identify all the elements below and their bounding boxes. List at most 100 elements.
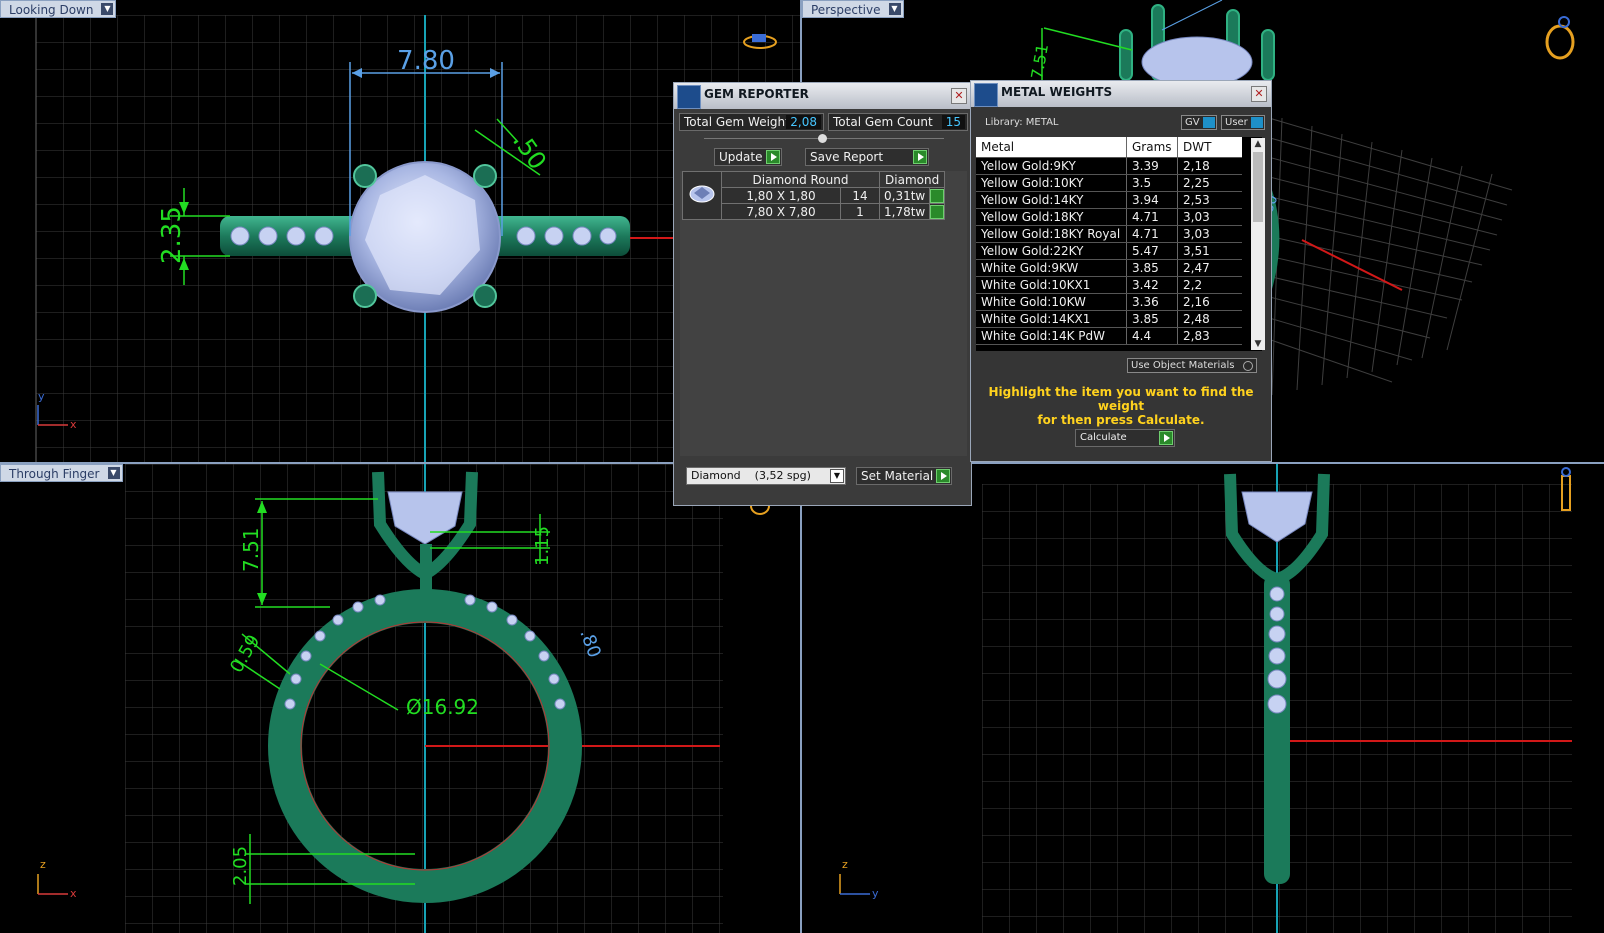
dim-width: 7.80 — [397, 46, 455, 76]
through-finger-scene: 7.51 1.15 0.59 .80 Ø16.92 2.05 z x — [37, 464, 770, 933]
view-menu-through-finger[interactable]: Through Finger ▼ — [0, 464, 123, 482]
column-metal[interactable]: Metal — [976, 137, 1127, 158]
total-gem-count-value: 15 — [941, 115, 965, 129]
metal-dwt: 3,03 — [1177, 208, 1242, 226]
gem-size: 1,80 X 1,80 — [721, 187, 841, 204]
metal-dwt: 2,47 — [1177, 259, 1242, 277]
instruction-line-1: Highlight the item you want to find the … — [988, 385, 1254, 413]
metal-grams: 3.42 — [1126, 276, 1178, 294]
metal-name: Yellow Gold:18KY Royal — [976, 225, 1127, 243]
total-gem-weight-field: Total Gem Weight 2,08 — [679, 113, 824, 131]
metal-dwt: 3,51 — [1177, 242, 1242, 260]
metal-dwt: 2,16 — [1177, 293, 1242, 311]
dim-inner-diameter: Ø16.92 — [406, 695, 479, 719]
total-gem-count-label: Total Gem Count — [833, 115, 933, 129]
metal-name: Yellow Gold:14KY — [976, 191, 1127, 209]
dim-perspective-a: 7.51 — [1027, 42, 1052, 80]
side-scene: z y — [839, 464, 1572, 933]
table-row[interactable]: White Gold:14KX1 3.85 2,48 — [976, 310, 1242, 328]
chevron-down-icon[interactable]: ▼ — [107, 467, 120, 479]
view-menu-perspective[interactable]: Perspective ▼ — [802, 0, 904, 18]
user-label: User — [1225, 117, 1248, 128]
save-report-label: Save Report — [810, 150, 884, 164]
scroll-up-icon[interactable]: ▲ — [1251, 138, 1265, 150]
close-icon[interactable]: ✕ — [951, 88, 967, 104]
table-row[interactable]: White Gold:10KW 3.36 2,16 — [976, 293, 1242, 311]
material-select[interactable]: Diamond (3,52 spg) ▼ — [686, 467, 846, 485]
ring-3d-icon[interactable] — [1545, 16, 1575, 60]
metal-name: Yellow Gold:18KY — [976, 208, 1127, 226]
gem-reporter-icon — [677, 85, 701, 109]
select-row-button[interactable] — [929, 187, 946, 204]
save-report-button[interactable]: Save Report — [805, 148, 929, 166]
gem-reporter-panel: GEM REPORTER ✕ Total Gem Weight 2,08 Tot… — [673, 82, 972, 506]
table-row[interactable]: 7,80 X 7,80 1 1,78tw — [683, 203, 946, 220]
metal-dwt: 2,53 — [1177, 191, 1242, 209]
metal-name: Yellow Gold:10KY — [976, 174, 1127, 192]
chevron-down-icon[interactable]: ▼ — [888, 3, 901, 15]
use-object-materials-toggle[interactable]: Use Object Materials — [1127, 358, 1257, 373]
metal-list-scrollbar[interactable]: ▲ ▼ — [1251, 138, 1265, 350]
metal-grams: 3.94 — [1126, 191, 1178, 209]
table-row[interactable]: Yellow Gold:22KY 5.47 3,51 — [976, 242, 1242, 260]
play-icon — [766, 150, 780, 164]
set-material-button[interactable]: Set Material — [856, 467, 952, 485]
close-icon[interactable]: ✕ — [1251, 86, 1267, 102]
table-row[interactable]: Yellow Gold:18KY 4.71 3,03 — [976, 208, 1242, 226]
toggle-indicator-icon — [1251, 117, 1263, 128]
splitter-knob[interactable] — [818, 134, 827, 143]
update-button[interactable]: Update — [714, 148, 782, 166]
play-icon — [930, 188, 945, 203]
metal-weights-title: METAL WEIGHTS — [1001, 85, 1113, 99]
table-row[interactable]: Yellow Gold:10KY 3.5 2,25 — [976, 174, 1242, 192]
viewport-through-finger[interactable]: 7.51 1.15 0.59 .80 Ø16.92 2.05 z x Throu… — [0, 464, 800, 933]
viewport-side[interactable]: z y — [802, 464, 1604, 933]
calculate-button[interactable]: Calculate — [1075, 429, 1175, 447]
gem-count: 14 — [840, 187, 880, 204]
table-row[interactable]: White Gold:14K PdW 4.4 2,83 — [976, 327, 1242, 345]
metal-grams: 3.36 — [1126, 293, 1178, 311]
table-row[interactable]: White Gold:10KX1 3.42 2,2 — [976, 276, 1242, 294]
gem-reporter-titlebar[interactable]: GEM REPORTER ✕ — [674, 83, 971, 109]
metal-name: White Gold:10KW — [976, 293, 1127, 311]
metal-table-header: Metal Grams DWT — [976, 137, 1242, 158]
axis-y-label: y — [872, 887, 879, 900]
column-dwt[interactable]: DWT — [1177, 137, 1242, 158]
gem-count: 1 — [840, 203, 880, 220]
table-row[interactable]: Yellow Gold:9KY 3.39 2,18 — [976, 157, 1242, 175]
dim-height: 2.35 — [157, 206, 187, 264]
total-gem-weight-value: 2,08 — [786, 115, 821, 129]
table-row[interactable]: White Gold:9KW 3.85 2,47 — [976, 259, 1242, 277]
chevron-down-icon[interactable]: ▼ — [830, 469, 844, 483]
radio-icon — [1243, 361, 1253, 371]
axis-z-label: z — [40, 858, 46, 871]
table-row[interactable]: Yellow Gold:14KY 3.94 2,53 — [976, 191, 1242, 209]
metal-name: Yellow Gold:22KY — [976, 242, 1127, 260]
table-row[interactable]: Yellow Gold:18KY Royal 4.71 3,03 — [976, 225, 1242, 243]
user-toggle[interactable]: User — [1221, 115, 1265, 130]
total-gem-weight-label: Total Gem Weight — [684, 115, 790, 129]
view-menu-looking-down[interactable]: Looking Down ▼ — [0, 0, 117, 18]
metal-dwt: 2,83 — [1177, 327, 1242, 345]
metal-name: Yellow Gold:9KY — [976, 157, 1127, 175]
dim-gallery: 1.15 — [532, 526, 553, 566]
metal-weights-titlebar[interactable]: METAL WEIGHTS ✕ — [971, 81, 1271, 107]
column-grams[interactable]: Grams — [1126, 137, 1178, 158]
chevron-down-icon[interactable]: ▼ — [101, 3, 114, 15]
select-row-button[interactable] — [929, 203, 946, 220]
metal-list[interactable]: Metal Grams DWT Yellow Gold:9KY 3.39 2,18 … — [976, 137, 1262, 351]
scroll-down-icon[interactable]: ▼ — [1251, 338, 1265, 350]
metal-dwt: 2,18 — [1177, 157, 1242, 175]
metal-grams: 3.85 — [1126, 259, 1178, 277]
diamond-round-icon — [682, 171, 722, 220]
set-material-label: Set Material — [861, 469, 934, 483]
metal-weights-panel: METAL WEIGHTS ✕ Library: METAL GV User M… — [970, 80, 1272, 462]
scroll-thumb[interactable] — [1253, 152, 1263, 222]
play-icon — [936, 469, 950, 483]
library-label: Library: METAL — [985, 117, 1059, 128]
metal-grams: 3.85 — [1126, 310, 1178, 328]
dim-head-height: 7.51 — [239, 527, 263, 572]
gv-toggle[interactable]: GV — [1181, 115, 1217, 130]
table-row[interactable]: 1,80 X 1,80 14 0,31tw — [683, 187, 946, 204]
play-icon — [913, 150, 927, 164]
